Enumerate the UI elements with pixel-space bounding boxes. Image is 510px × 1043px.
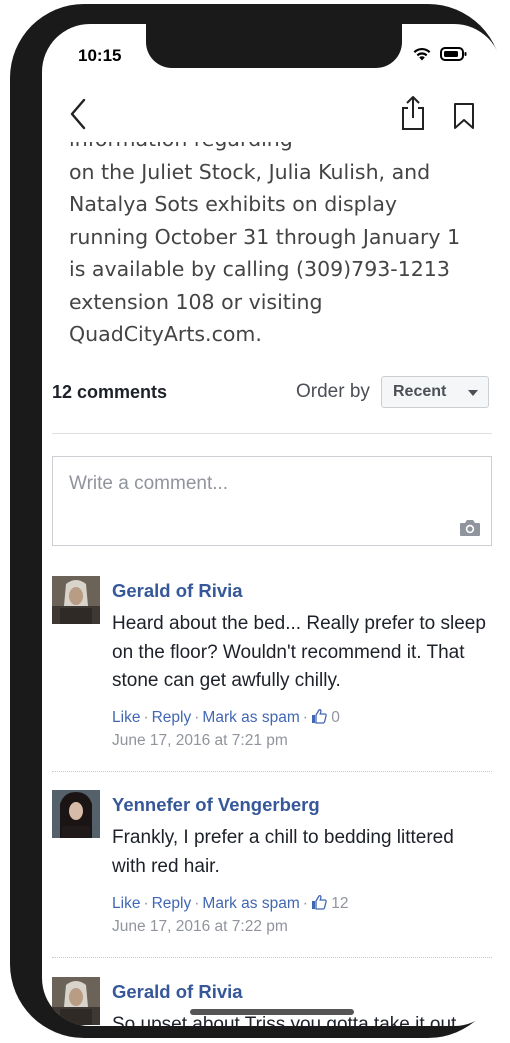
home-indicator[interactable] bbox=[190, 1009, 354, 1015]
comment-divider bbox=[52, 771, 492, 772]
article-line: information regarding bbox=[69, 142, 489, 156]
wifi-icon bbox=[413, 47, 431, 61]
avatar[interactable] bbox=[52, 790, 100, 838]
avatar[interactable] bbox=[52, 977, 100, 1025]
caret-down-icon bbox=[468, 390, 478, 396]
like-link[interactable]: Like bbox=[112, 709, 140, 726]
reply-link[interactable]: Reply bbox=[152, 895, 192, 912]
article-line: Natalya Sots exhibits on display bbox=[69, 192, 398, 216]
mark-as-spam-link[interactable]: Mark as spam bbox=[202, 895, 299, 912]
comment-item: Gerald of Rivia Heard about the bed... R… bbox=[52, 576, 492, 756]
comment-actions: Like · Reply · Mark as spam · 12 bbox=[112, 894, 349, 913]
divider bbox=[52, 433, 492, 434]
mark-as-spam-link[interactable]: Mark as spam bbox=[202, 709, 299, 726]
phone-frame: 10:15 information reg bbox=[10, 4, 502, 1038]
order-by-value: Recent bbox=[393, 383, 447, 400]
order-by-select[interactable]: Recent bbox=[381, 376, 489, 408]
like-count: 0 bbox=[331, 709, 340, 726]
thumbs-up-icon[interactable] bbox=[311, 894, 327, 910]
status-time: 10:15 bbox=[78, 46, 122, 65]
article-line: on the Juliet Stock, Julia Kulish, and bbox=[69, 159, 431, 184]
phone-screen: 10:15 information reg bbox=[42, 24, 502, 1026]
status-icons bbox=[412, 46, 468, 61]
article-line: extension 108 or visiting bbox=[69, 289, 323, 314]
avatar[interactable] bbox=[52, 576, 100, 624]
back-button[interactable] bbox=[64, 94, 94, 134]
comment-item: Gerald of Rivia So upset about Triss you… bbox=[52, 977, 492, 1026]
comments-count: 12 comments bbox=[52, 382, 168, 402]
reply-link[interactable]: Reply bbox=[152, 709, 192, 726]
notch bbox=[146, 24, 402, 68]
article-line: running October 31 through January 1 bbox=[69, 224, 461, 249]
like-link[interactable]: Like bbox=[112, 895, 140, 912]
comment-text: Heard about the bed... Really prefer to … bbox=[112, 613, 486, 691]
separator-dot: · bbox=[194, 709, 200, 726]
comment-input-placeholder: Write a comment... bbox=[69, 473, 229, 494]
thumbs-up-icon[interactable] bbox=[311, 708, 327, 724]
camera-icon[interactable] bbox=[459, 519, 481, 537]
separator-dot: · bbox=[302, 709, 308, 726]
separator-dot: · bbox=[143, 895, 149, 912]
article-line: is available by calling (309)793-1213 bbox=[69, 257, 450, 281]
comment-divider bbox=[52, 957, 492, 958]
article-text: information regarding on the Juliet Stoc… bbox=[69, 142, 489, 351]
bookmark-icon[interactable] bbox=[452, 102, 476, 130]
article-link: QuadCityArts.com. bbox=[69, 322, 262, 346]
article-body: information regarding on the Juliet Stoc… bbox=[42, 142, 502, 362]
separator-dot: · bbox=[302, 895, 308, 912]
comment-text: Frankly, I prefer a chill to bedding lit… bbox=[112, 827, 454, 877]
separator-dot: · bbox=[143, 709, 149, 726]
comment-author[interactable]: Gerald of Rivia bbox=[112, 580, 243, 602]
like-count: 12 bbox=[331, 895, 349, 912]
separator-dot: · bbox=[194, 895, 200, 912]
order-by-label: Order by bbox=[296, 381, 370, 402]
share-icon[interactable] bbox=[398, 94, 428, 132]
comment-item: Yennefer of Vengerberg Frankly, I prefer… bbox=[52, 790, 492, 950]
comment-author[interactable]: Gerald of Rivia bbox=[112, 981, 243, 1003]
comment-author[interactable]: Yennefer of Vengerberg bbox=[112, 794, 320, 816]
comments-header: 12 comments Order by Recent bbox=[52, 374, 492, 414]
comment-date: June 17, 2016 at 7:21 pm bbox=[112, 732, 288, 749]
comment-actions: Like · Reply · Mark as spam · 0 bbox=[112, 708, 340, 727]
comment-input[interactable]: Write a comment... bbox=[52, 456, 492, 546]
comment-date: June 17, 2016 at 7:22 pm bbox=[112, 918, 288, 935]
battery-icon bbox=[440, 46, 467, 61]
